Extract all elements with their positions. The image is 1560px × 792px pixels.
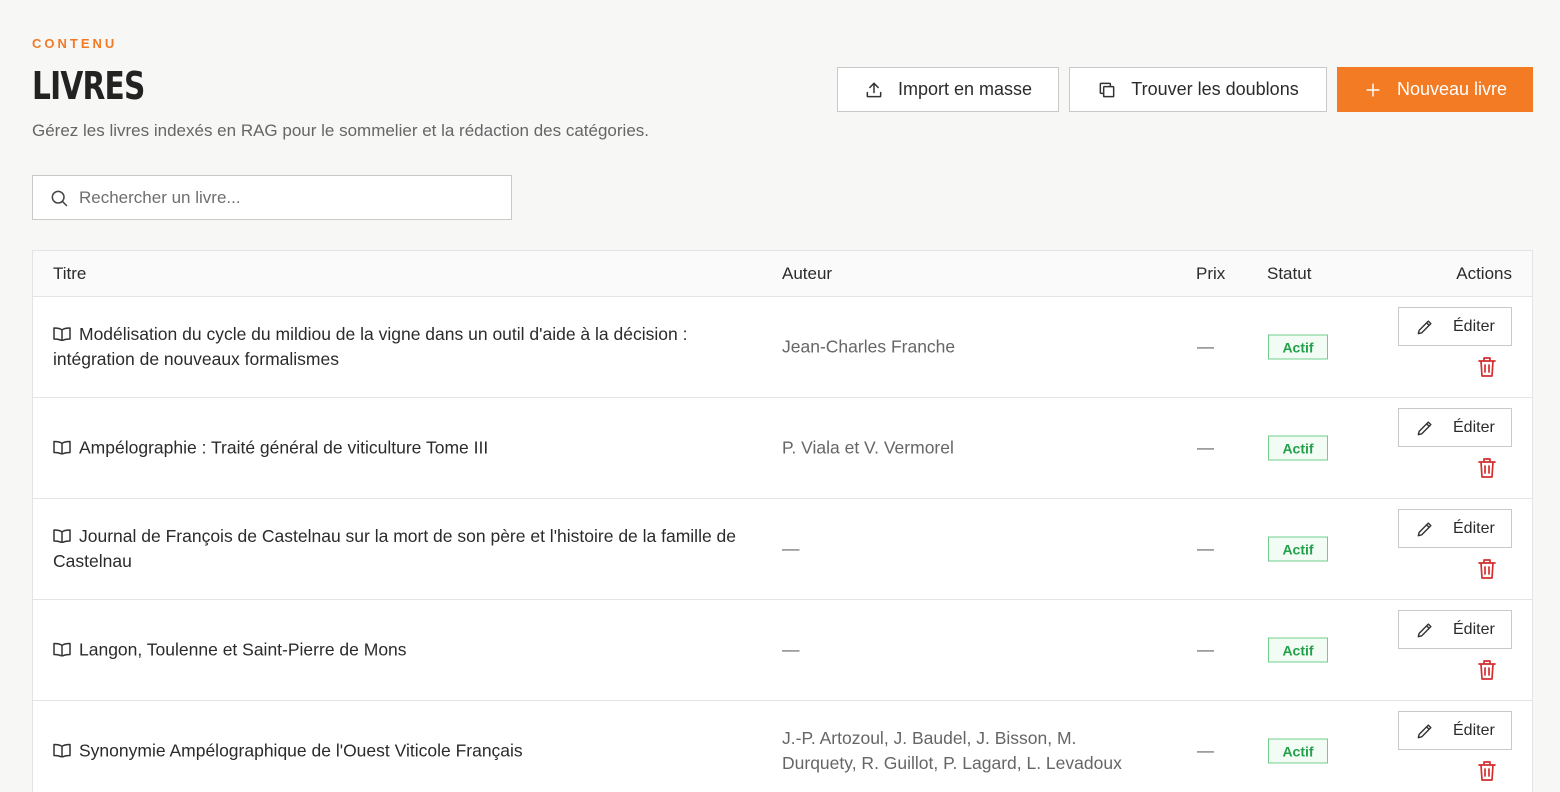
book-price: — — [1197, 640, 1214, 659]
status-badge: Actif — [1268, 637, 1328, 663]
page-subtitle: Gérez les livres indexés en RAG pour le … — [32, 121, 650, 140]
book-title-cell: Ampélographie : Traité général de viticu… — [53, 436, 753, 461]
book-open-icon — [53, 743, 71, 758]
copy-icon — [1099, 82, 1115, 97]
edit-button-label: Éditer — [1453, 317, 1495, 335]
edit-button[interactable]: Éditer — [1398, 610, 1512, 649]
search-box — [32, 175, 512, 220]
table-row: Journal de François de Castelnau sur la … — [33, 499, 1532, 600]
book-title-cell: Journal de François de Castelnau sur la … — [53, 524, 753, 574]
search-input[interactable] — [79, 187, 511, 208]
book-open-icon — [53, 327, 71, 341]
status-badge: Actif — [1268, 738, 1328, 764]
column-header-actions: Actions — [1456, 264, 1512, 283]
book-price: — — [1197, 741, 1214, 760]
book-open-icon — [53, 440, 71, 455]
column-header-price[interactable]: Prix — [1196, 264, 1225, 284]
book-title: Langon, Toulenne et Saint-Pierre de Mons — [79, 639, 407, 660]
pencil-icon — [1417, 319, 1432, 334]
table-row: Langon, Toulenne et Saint-Pierre de Mons… — [33, 600, 1532, 701]
book-title-cell: Synonymie Ampélographique de l'Ouest Vit… — [53, 739, 753, 764]
edit-button[interactable]: Éditer — [1398, 408, 1512, 447]
book-title: Synonymie Ampélographique de l'Ouest Vit… — [79, 740, 523, 761]
plus-icon — [1366, 82, 1380, 97]
book-author: — — [782, 639, 800, 660]
new-book-button[interactable]: Nouveau livre — [1337, 67, 1533, 112]
book-author: Jean-Charles Franche — [782, 336, 956, 357]
edit-button[interactable]: Éditer — [1398, 307, 1512, 346]
edit-button-label: Éditer — [1453, 519, 1495, 537]
book-author: J.-P. Artozoul, J. Baudel, J. Bisson, M.… — [782, 728, 1122, 773]
book-author: P. Viala et V. Vermorel — [782, 437, 954, 458]
trash-icon — [1478, 660, 1496, 680]
column-header-author[interactable]: Auteur — [782, 264, 832, 284]
edit-button-label: Éditer — [1453, 721, 1495, 739]
search-icon — [51, 190, 68, 206]
delete-button[interactable] — [1477, 558, 1497, 580]
table-row: Synonymie Ampélographique de l'Ouest Vit… — [33, 701, 1532, 792]
trash-icon — [1478, 458, 1496, 478]
book-open-icon — [53, 529, 71, 543]
delete-button[interactable] — [1477, 659, 1497, 681]
find-duplicates-button[interactable]: Trouver les doublons — [1069, 67, 1327, 112]
edit-button-label: Éditer — [1453, 418, 1495, 436]
trash-icon — [1478, 761, 1496, 781]
column-header-status[interactable]: Statut — [1267, 264, 1311, 284]
status-badge: Actif — [1268, 334, 1328, 360]
page-title: LIVRES — [32, 64, 145, 108]
import-button-label: Import en masse — [897, 79, 1033, 99]
section-eyebrow: CONTENU — [32, 36, 118, 51]
edit-button[interactable]: Éditer — [1398, 711, 1512, 750]
book-price: — — [1197, 438, 1214, 457]
edit-button-label: Éditer — [1453, 620, 1495, 638]
pencil-icon — [1417, 420, 1432, 435]
delete-button[interactable] — [1477, 356, 1497, 378]
status-badge: Actif — [1268, 435, 1328, 461]
book-title: Journal de François de Castelnau sur la … — [53, 526, 737, 571]
new-book-button-label: Nouveau livre — [1396, 79, 1508, 99]
book-open-icon — [53, 642, 71, 657]
pencil-icon — [1417, 723, 1432, 738]
book-title: Modélisation du cycle du mildiou de la v… — [53, 324, 688, 369]
book-title-cell: Langon, Toulenne et Saint-Pierre de Mons — [53, 638, 753, 663]
table-row: Ampélographie : Traité général de viticu… — [33, 398, 1532, 499]
table-header: Titre Auteur Prix Statut Actions — [33, 251, 1532, 297]
book-author: — — [782, 538, 800, 559]
book-price: — — [1197, 337, 1214, 356]
pencil-icon — [1417, 622, 1432, 637]
edit-button[interactable]: Éditer — [1398, 509, 1512, 548]
pencil-icon — [1417, 521, 1432, 536]
import-button[interactable]: Import en masse — [837, 67, 1059, 112]
delete-button[interactable] — [1477, 457, 1497, 479]
find-duplicates-button-label: Trouver les doublons — [1131, 79, 1299, 99]
book-title: Ampélographie : Traité général de viticu… — [79, 437, 489, 458]
trash-icon — [1478, 559, 1496, 579]
status-badge: Actif — [1268, 536, 1328, 562]
table-row: Modélisation du cycle du mildiou de la v… — [33, 297, 1532, 398]
books-table: Titre Auteur Prix Statut Actions Modélis… — [32, 250, 1533, 792]
upload-icon — [866, 82, 882, 97]
delete-button[interactable] — [1477, 760, 1497, 782]
column-header-title[interactable]: Titre — [53, 264, 86, 284]
book-price: — — [1197, 539, 1214, 558]
book-title-cell: Modélisation du cycle du mildiou de la v… — [53, 322, 753, 372]
trash-icon — [1478, 357, 1496, 377]
